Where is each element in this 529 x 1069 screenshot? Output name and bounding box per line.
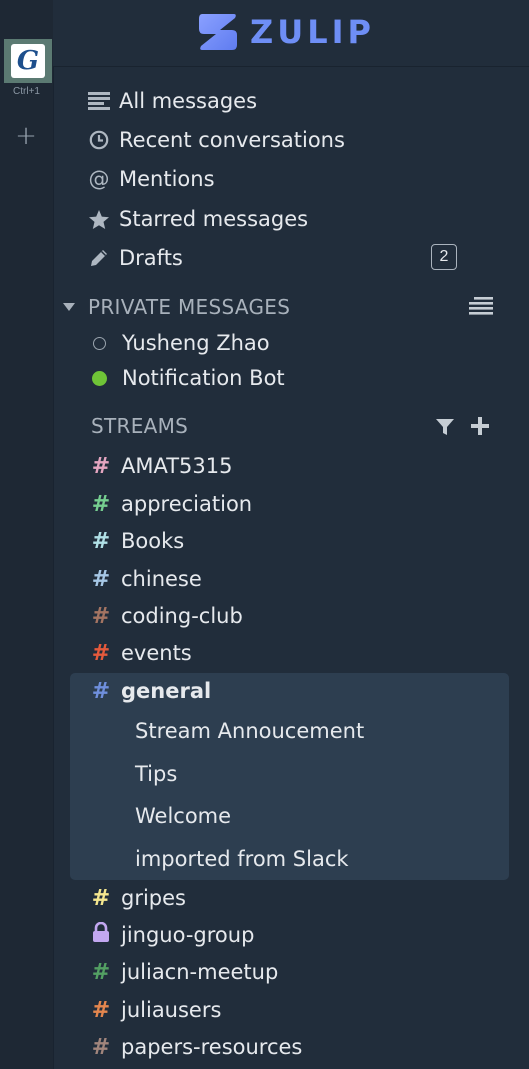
- zulip-logo-icon: [199, 14, 237, 50]
- hash-icon: #: [91, 959, 111, 985]
- compose-private-message-button[interactable]: [469, 297, 493, 321]
- stream-name: jinguo-group: [121, 923, 255, 947]
- private-messages-header[interactable]: PRIVATE MESSAGES: [63, 292, 290, 322]
- streams-title: STREAMS: [91, 414, 189, 438]
- view-label: Drafts: [119, 246, 183, 270]
- stream-juliausers[interactable]: # juliausers: [91, 993, 222, 1027]
- lock-icon: [91, 921, 111, 948]
- stream-name: AMAT5315: [121, 454, 233, 478]
- stream-name: events: [121, 641, 192, 665]
- hash-icon: #: [91, 640, 111, 666]
- view-label: All messages: [119, 89, 258, 113]
- topic-name: Welcome: [135, 804, 232, 828]
- view-drafts[interactable]: Drafts: [87, 241, 183, 275]
- pencil-icon: [87, 246, 111, 270]
- stream-name: coding-club: [121, 604, 243, 628]
- view-label: Mentions: [119, 167, 215, 191]
- pm-user-name: Yusheng Zhao: [122, 331, 270, 355]
- topic-item[interactable]: Tips: [135, 757, 177, 791]
- pm-user-yusheng-zhao[interactable]: Yusheng Zhao: [93, 327, 270, 359]
- stream-name: Books: [121, 529, 185, 553]
- view-label: Recent conversations: [119, 128, 345, 152]
- view-starred-messages[interactable]: Starred messages: [87, 202, 308, 236]
- filter-streams-button[interactable]: [435, 417, 455, 441]
- organization-button[interactable]: G: [4, 39, 52, 83]
- drafts-count-badge: 2: [431, 244, 457, 270]
- organization-rail: G Ctrl+1 +: [0, 0, 54, 1069]
- topic-name: Stream Annoucement: [135, 719, 365, 743]
- pm-user-name: Notification Bot: [122, 366, 285, 390]
- hash-icon: #: [91, 528, 111, 554]
- collapse-caret-icon[interactable]: [63, 303, 75, 311]
- presence-offline-icon: [93, 336, 106, 350]
- hash-icon: #: [91, 1034, 111, 1060]
- organization-shortcut: Ctrl+1: [13, 86, 40, 97]
- stream-name: chinese: [121, 567, 202, 591]
- stream-books[interactable]: # Books: [91, 524, 184, 558]
- streams-header[interactable]: STREAMS: [91, 411, 188, 441]
- stream-jinguo-group[interactable]: jinguo-group: [91, 918, 254, 952]
- add-organization-button[interactable]: +: [12, 121, 40, 151]
- left-sidebar: All messages Recent conversations @ Ment…: [53, 66, 529, 1069]
- hash-icon: #: [91, 453, 111, 479]
- stream-name: juliausers: [121, 998, 222, 1022]
- stream-juliacn-meetup[interactable]: # juliacn-meetup: [91, 955, 279, 989]
- stream-chinese[interactable]: # chinese: [91, 562, 202, 596]
- view-all-messages[interactable]: All messages: [87, 84, 257, 118]
- top-bar: ZULIP: [53, 0, 529, 67]
- topic-item[interactable]: Stream Annoucement: [135, 714, 364, 748]
- view-label: Starred messages: [119, 207, 309, 231]
- stream-events[interactable]: # events: [91, 636, 192, 670]
- topic-item[interactable]: Welcome: [135, 799, 231, 833]
- hash-icon: #: [91, 885, 111, 911]
- stream-general[interactable]: # general: [91, 674, 211, 708]
- brand-name: ZULIP: [250, 13, 375, 51]
- stream-amat5315[interactable]: # AMAT5315: [91, 449, 233, 483]
- organization-logo: G: [11, 44, 45, 78]
- star-icon: [87, 207, 111, 231]
- filter-icon: [436, 419, 454, 435]
- stream-appreciation[interactable]: # appreciation: [91, 487, 252, 521]
- view-mentions[interactable]: @ Mentions: [87, 162, 215, 196]
- at-icon: @: [88, 167, 110, 191]
- pm-user-notification-bot[interactable]: Notification Bot: [92, 362, 285, 394]
- all-messages-icon: [87, 89, 111, 113]
- stream-coding-club[interactable]: # coding-club: [91, 599, 243, 633]
- hash-icon: #: [91, 678, 111, 704]
- message-list-icon: [469, 297, 493, 315]
- add-stream-button[interactable]: [470, 416, 490, 440]
- stream-name: general: [121, 679, 212, 703]
- hash-icon: #: [91, 997, 111, 1023]
- stream-name: gripes: [121, 886, 186, 910]
- stream-gripes[interactable]: # gripes: [91, 881, 186, 915]
- clock-icon: [87, 128, 111, 152]
- brand[interactable]: ZULIP: [198, 8, 375, 56]
- stream-name: appreciation: [121, 492, 253, 516]
- stream-name: juliacn-meetup: [121, 960, 279, 984]
- presence-active-icon: [92, 370, 107, 386]
- stream-name: papers-resources: [121, 1035, 303, 1059]
- hash-icon: #: [91, 566, 111, 592]
- topic-name: imported from Slack: [135, 847, 349, 871]
- topic-name: Tips: [135, 762, 178, 786]
- stream-papers-resources[interactable]: # papers-resources: [91, 1030, 303, 1064]
- hash-icon: #: [91, 491, 111, 517]
- hash-icon: #: [91, 603, 111, 629]
- topic-item[interactable]: imported from Slack: [135, 842, 349, 876]
- view-recent-conversations[interactable]: Recent conversations: [87, 123, 345, 157]
- plus-icon: [471, 417, 489, 435]
- private-messages-title: PRIVATE MESSAGES: [88, 295, 291, 319]
